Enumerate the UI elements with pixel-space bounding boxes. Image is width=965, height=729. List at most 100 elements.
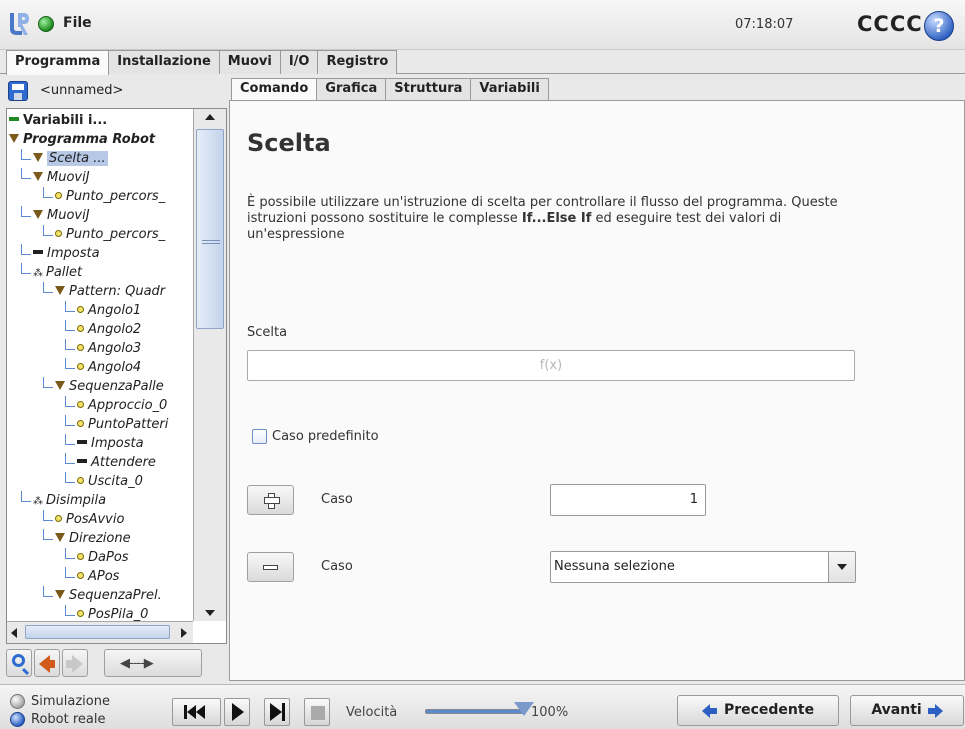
- tree-item-label: PosAvvio: [66, 512, 125, 527]
- power-status-icon[interactable]: [38, 16, 54, 32]
- tab-muovi[interactable]: Muovi: [218, 50, 281, 74]
- tree-horizontal-scrollbar[interactable]: [7, 621, 193, 643]
- tree-connector: [65, 425, 75, 426]
- tree-item[interactable]: MuoviJ: [33, 206, 193, 225]
- tree-item[interactable]: Punto_percors_: [55, 187, 193, 206]
- tree-item[interactable]: Approccio_0: [77, 396, 193, 415]
- tree-connector: [65, 434, 66, 444]
- tree-item[interactable]: Angolo1: [77, 301, 193, 320]
- stop-button[interactable]: [304, 698, 330, 726]
- remove-case-button[interactable]: [247, 552, 294, 582]
- simulation-radio[interactable]: [10, 693, 25, 709]
- rewind-icon: [184, 705, 205, 723]
- remove-case-select[interactable]: Nessuna selezione: [550, 551, 856, 583]
- tree-vertical-scrollbar[interactable]: [193, 109, 226, 621]
- tree-item[interactable]: Angolo3: [77, 339, 193, 358]
- tree-toolbar: ◀----▶: [6, 649, 227, 679]
- command-icon: [33, 250, 43, 254]
- scroll-thumb[interactable]: [196, 129, 224, 329]
- expression-field[interactable]: f(x): [247, 350, 855, 381]
- tree-connector: [21, 501, 31, 502]
- tree-item[interactable]: Angolo2: [77, 320, 193, 339]
- scroll-down-button[interactable]: [194, 605, 226, 621]
- tab-io[interactable]: I/O: [279, 50, 319, 74]
- move-node-button[interactable]: ◀----▶: [104, 649, 202, 677]
- tree-item-label: MuoviJ: [47, 208, 90, 223]
- tree-item[interactable]: SequenzaPalle: [55, 377, 193, 396]
- step-button[interactable]: [264, 698, 290, 726]
- tree-item[interactable]: Direzione: [55, 529, 193, 548]
- tree-item[interactable]: Angolo4: [77, 358, 193, 377]
- default-case-checkbox[interactable]: [252, 428, 267, 444]
- tree-item[interactable]: MuoviJ: [33, 168, 193, 187]
- search-button[interactable]: [6, 649, 32, 677]
- play-button[interactable]: [224, 698, 250, 726]
- tree-item[interactable]: Scelta ...: [33, 149, 193, 168]
- scroll-left-icon[interactable]: [11, 628, 17, 638]
- redo-button[interactable]: [62, 649, 88, 677]
- tree-item-label: Direzione: [69, 531, 131, 546]
- next-button[interactable]: Avanti: [850, 695, 964, 726]
- tree-item[interactable]: Imposta: [33, 244, 193, 263]
- tree-connector: [65, 349, 75, 350]
- tree-item[interactable]: Punto_percors_: [55, 225, 193, 244]
- speed-label: Velocità: [346, 705, 398, 720]
- rewind-button[interactable]: [172, 698, 221, 726]
- pallet-icon: ⁂: [33, 496, 43, 507]
- scroll-right-icon[interactable]: [181, 628, 187, 638]
- tree-item[interactable]: APos: [77, 567, 193, 586]
- tree-item[interactable]: Variabili i...: [9, 111, 193, 130]
- help-icon[interactable]: ?: [924, 11, 954, 41]
- tree-item[interactable]: PosPila_0: [77, 605, 193, 621]
- tree-item[interactable]: Pattern: Quadr: [55, 282, 193, 301]
- stop-icon: [311, 706, 325, 720]
- real-robot-radio[interactable]: [10, 711, 25, 727]
- simulation-option[interactable]: Simulazione: [10, 692, 110, 710]
- undo-button[interactable]: [34, 649, 60, 677]
- default-case-row[interactable]: Caso predefinito: [252, 428, 379, 444]
- tree-connector: [65, 605, 66, 615]
- waypoint-icon: [77, 401, 84, 408]
- tree-item[interactable]: ⁂ Disimpila: [33, 491, 193, 510]
- real-robot-option[interactable]: Robot reale: [10, 710, 105, 728]
- folder-triangle-icon: [55, 381, 65, 390]
- folder-triangle-icon: [9, 134, 19, 143]
- tree-item[interactable]: Imposta: [77, 434, 193, 453]
- tree-item[interactable]: DaPos: [77, 548, 193, 567]
- case-value-input[interactable]: 1: [550, 484, 706, 516]
- add-case-button[interactable]: [247, 485, 294, 515]
- page-title: Scelta: [247, 129, 331, 157]
- minus-icon: [263, 565, 278, 570]
- tree-item[interactable]: Programma Robot: [9, 130, 193, 149]
- tree-item[interactable]: PuntoPatteri: [77, 415, 193, 434]
- tab-grafica[interactable]: Grafica: [316, 78, 387, 100]
- waypoint-icon: [77, 325, 84, 332]
- scroll-up-button[interactable]: [194, 109, 226, 125]
- tree-item[interactable]: ⁂ Pallet: [33, 263, 193, 282]
- tree-connector: [65, 330, 75, 331]
- tree-item-label: Angolo1: [88, 303, 142, 318]
- tree-item[interactable]: Attendere: [77, 453, 193, 472]
- program-tree: Variabili i... Programma Robot Scelta ... M…: [6, 108, 227, 644]
- chevron-down-icon[interactable]: [828, 552, 855, 582]
- tree-item[interactable]: PosAvvio: [55, 510, 193, 529]
- tab-programma[interactable]: Programma: [6, 50, 110, 75]
- simulation-label: Simulazione: [31, 693, 110, 709]
- tree-item[interactable]: SequenzaPrel.: [55, 586, 193, 605]
- tab-installazione[interactable]: Installazione: [108, 50, 220, 74]
- previous-button[interactable]: Precedente: [677, 695, 839, 726]
- arrow-right-icon: [927, 703, 943, 718]
- save-icon[interactable]: [8, 81, 28, 101]
- file-menu[interactable]: File: [63, 15, 92, 31]
- tree-connector: [43, 520, 53, 521]
- tab-registro[interactable]: Registro: [317, 50, 398, 74]
- tree-connector: [65, 415, 66, 425]
- tab-struttura[interactable]: Struttura: [385, 78, 472, 100]
- speed-slider[interactable]: [425, 709, 525, 714]
- tree-item[interactable]: Uscita_0: [77, 472, 193, 491]
- tab-comando[interactable]: Comando: [231, 78, 318, 101]
- tree-item-label: DaPos: [88, 550, 129, 565]
- tree-connector: [65, 311, 75, 312]
- tab-variabili[interactable]: Variabili: [470, 78, 549, 100]
- horizontal-scroll-thumb[interactable]: [25, 625, 170, 639]
